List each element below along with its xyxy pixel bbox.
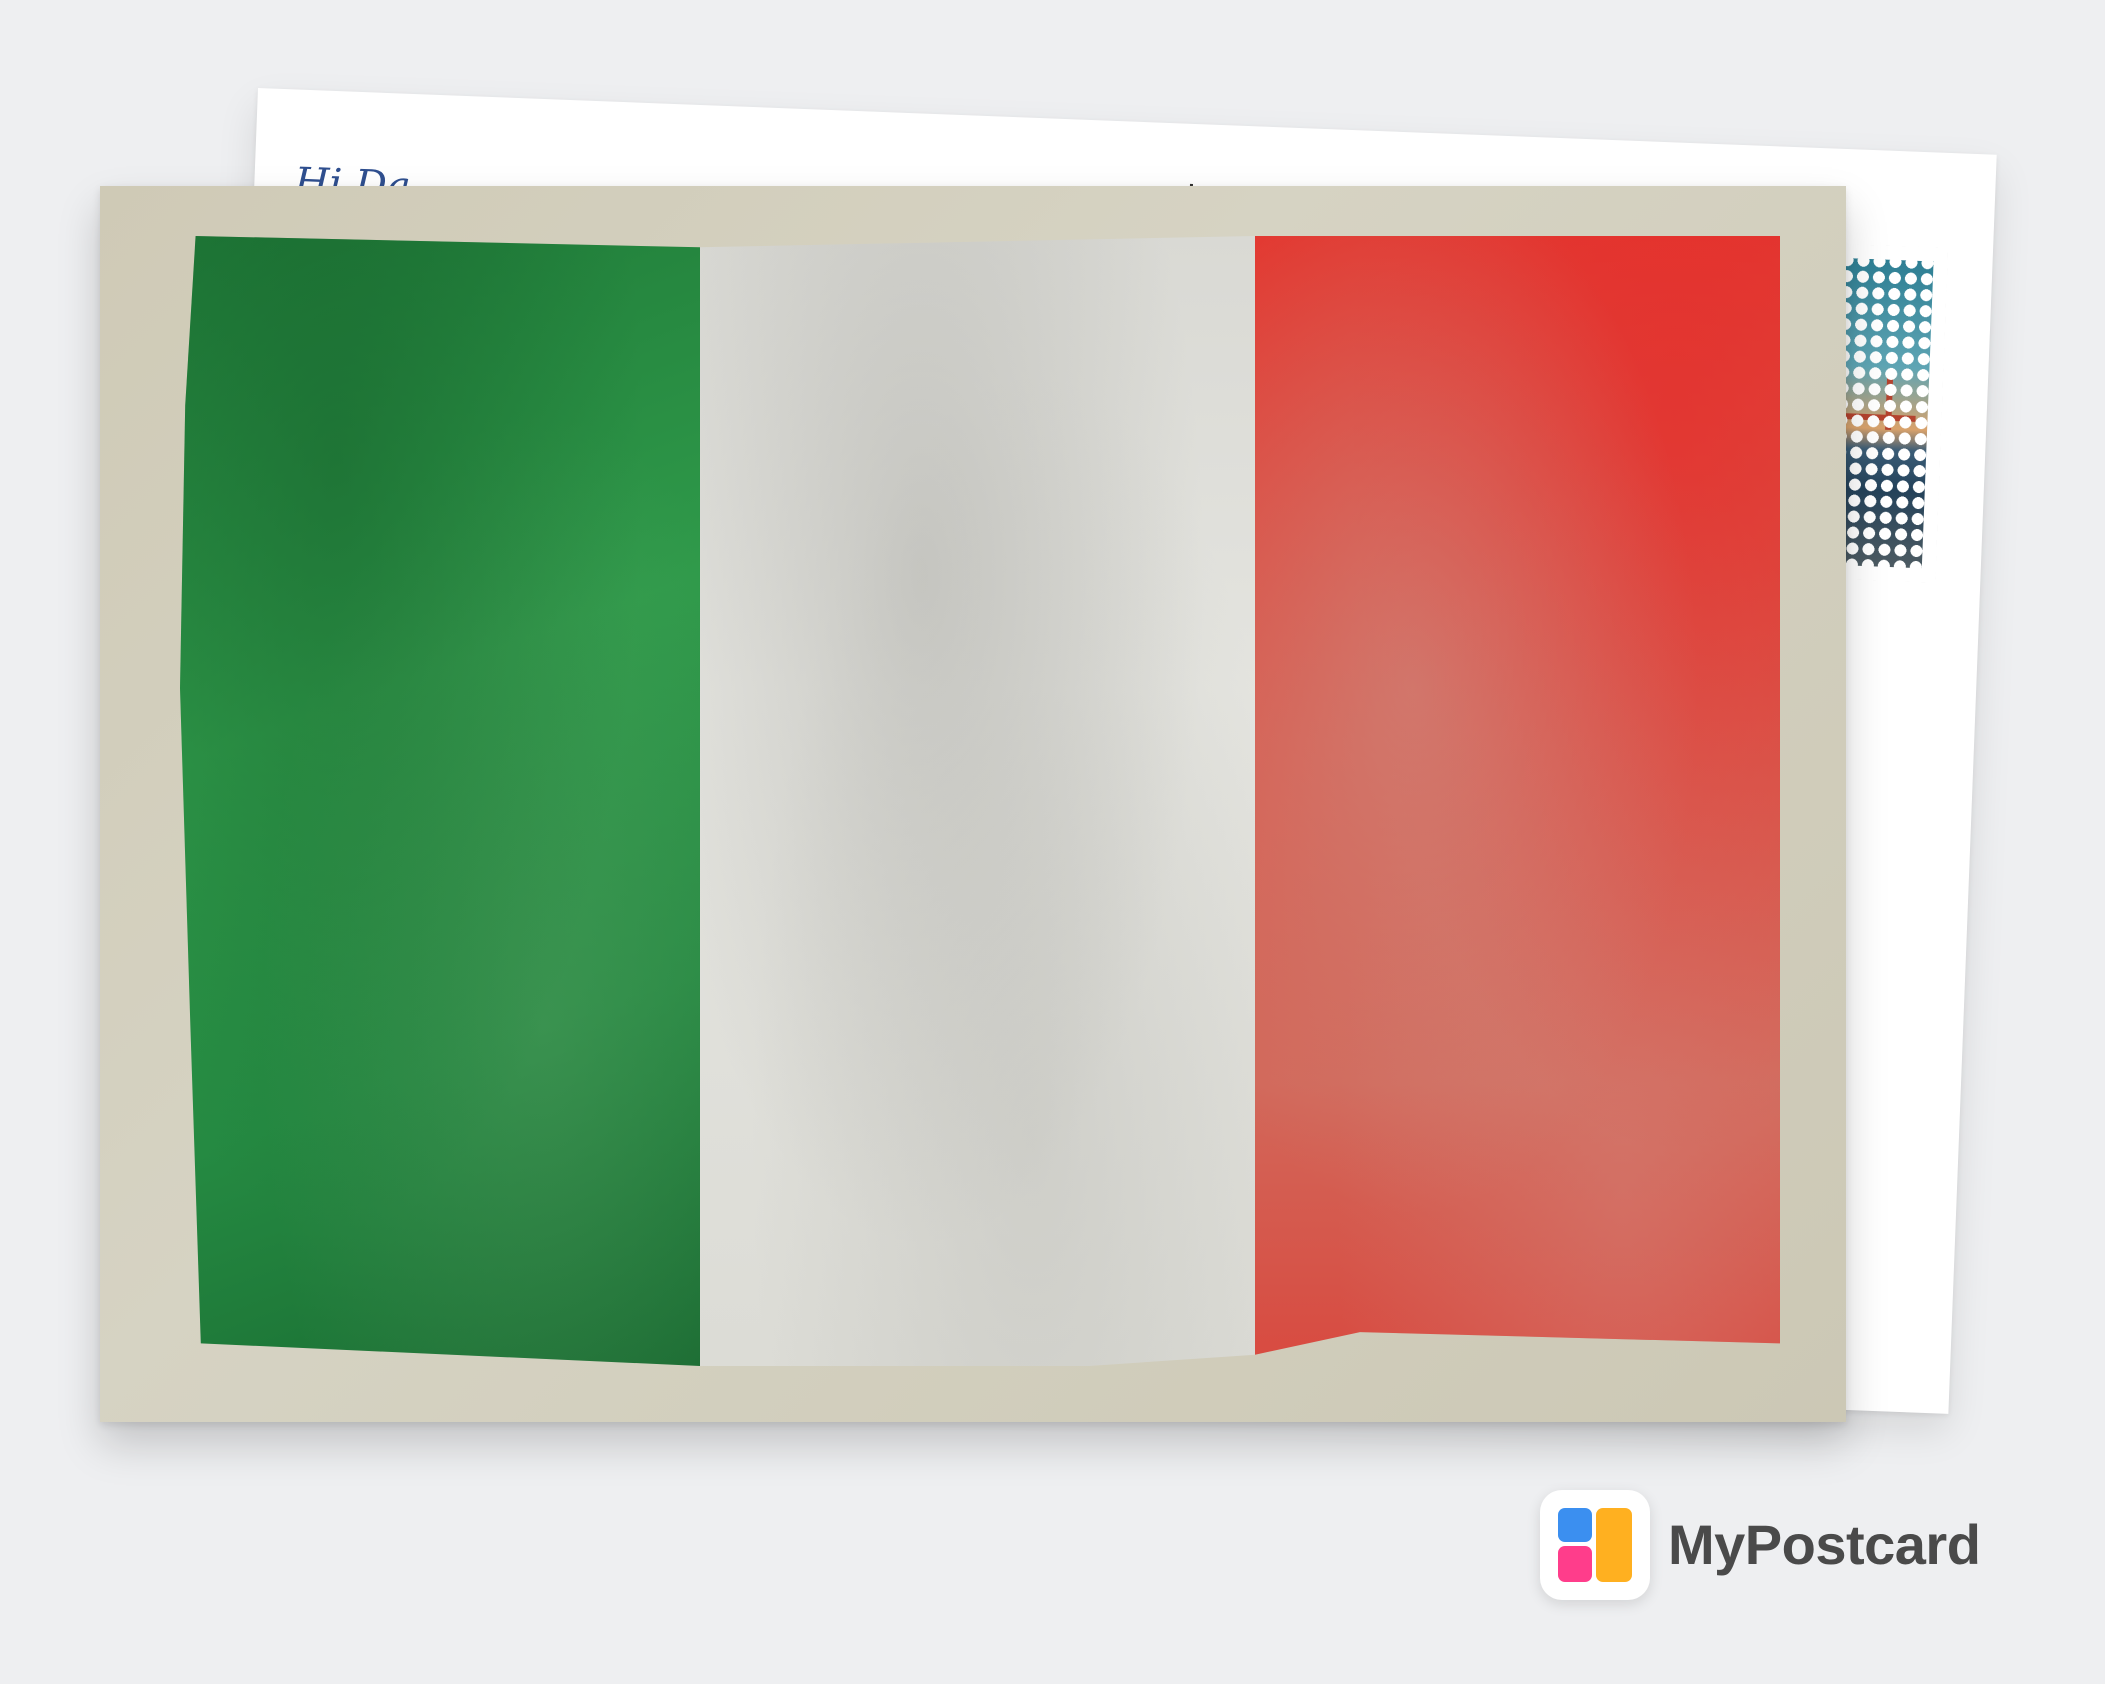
italy-flag <box>180 236 1800 1366</box>
logo-square-orange <box>1596 1508 1632 1582</box>
flag-stripe-green <box>180 236 700 1366</box>
mypostcard-logo-icon <box>1540 1490 1650 1600</box>
logo-square-blue <box>1558 1508 1592 1542</box>
logo-square-pink <box>1558 1546 1592 1582</box>
postcard-front <box>100 186 1846 1422</box>
flag-stripe-red <box>1255 236 1780 1355</box>
flag-stripe-white <box>700 236 1255 1366</box>
brand-name: MyPostcard <box>1668 1513 1981 1576</box>
product-mockup: Hi Da... MyPostcard <box>0 0 2105 1684</box>
